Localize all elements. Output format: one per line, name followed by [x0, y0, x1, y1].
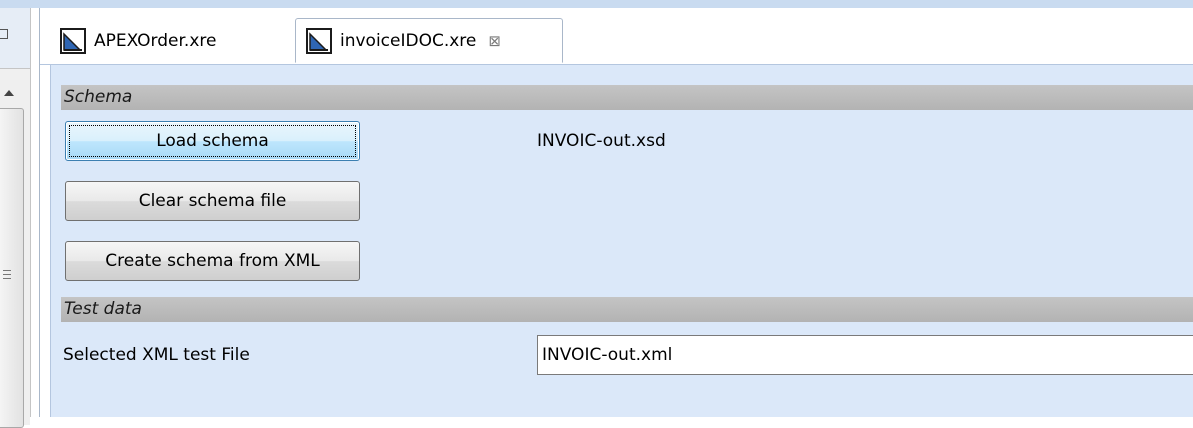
selected-xml-label: Selected XML test File [63, 345, 250, 365]
tab-label: APEXOrder.xre [94, 30, 217, 51]
tab-label: invoiceIDOC.xre [340, 30, 477, 51]
tab-apexorder[interactable]: APEXOrder.xre [50, 18, 290, 63]
create-schema-button[interactable]: Create schema from XML [65, 241, 360, 281]
load-schema-button[interactable]: Load schema [65, 121, 360, 161]
restore-icon[interactable] [0, 29, 8, 39]
grip-icon [3, 278, 11, 279]
close-icon[interactable]: ⊠ [488, 32, 501, 50]
grip-icon [3, 274, 11, 275]
scroll-up-icon[interactable] [4, 90, 14, 96]
grip-icon [3, 270, 11, 271]
tab-invoiceidoc[interactable]: invoiceIDOC.xre ⊠ [295, 18, 563, 63]
selected-xml-field[interactable]: INVOIC-out.xml [537, 335, 1193, 375]
scroll-thumb[interactable] [0, 108, 24, 428]
left-panel-header [0, 8, 30, 69]
schema-file-name: INVOIC-out.xsd [537, 131, 666, 151]
file-icon [60, 27, 86, 54]
editor-content: Schema Load schema INVOIC-out.xsd Clear … [50, 65, 1193, 417]
schema-section-header: Schema [61, 85, 1193, 110]
editor-area: APEXOrder.xre invoiceIDOC.xre ⊠ Schema L… [40, 8, 1193, 417]
left-side-panel [0, 8, 31, 428]
test-data-section-header: Test data [61, 297, 1193, 322]
file-icon [306, 27, 332, 54]
clear-schema-button[interactable]: Clear schema file [65, 181, 360, 221]
editor-tab-bar: APEXOrder.xre invoiceIDOC.xre ⊠ [40, 8, 1193, 65]
window-top-strip [0, 0, 1193, 8]
